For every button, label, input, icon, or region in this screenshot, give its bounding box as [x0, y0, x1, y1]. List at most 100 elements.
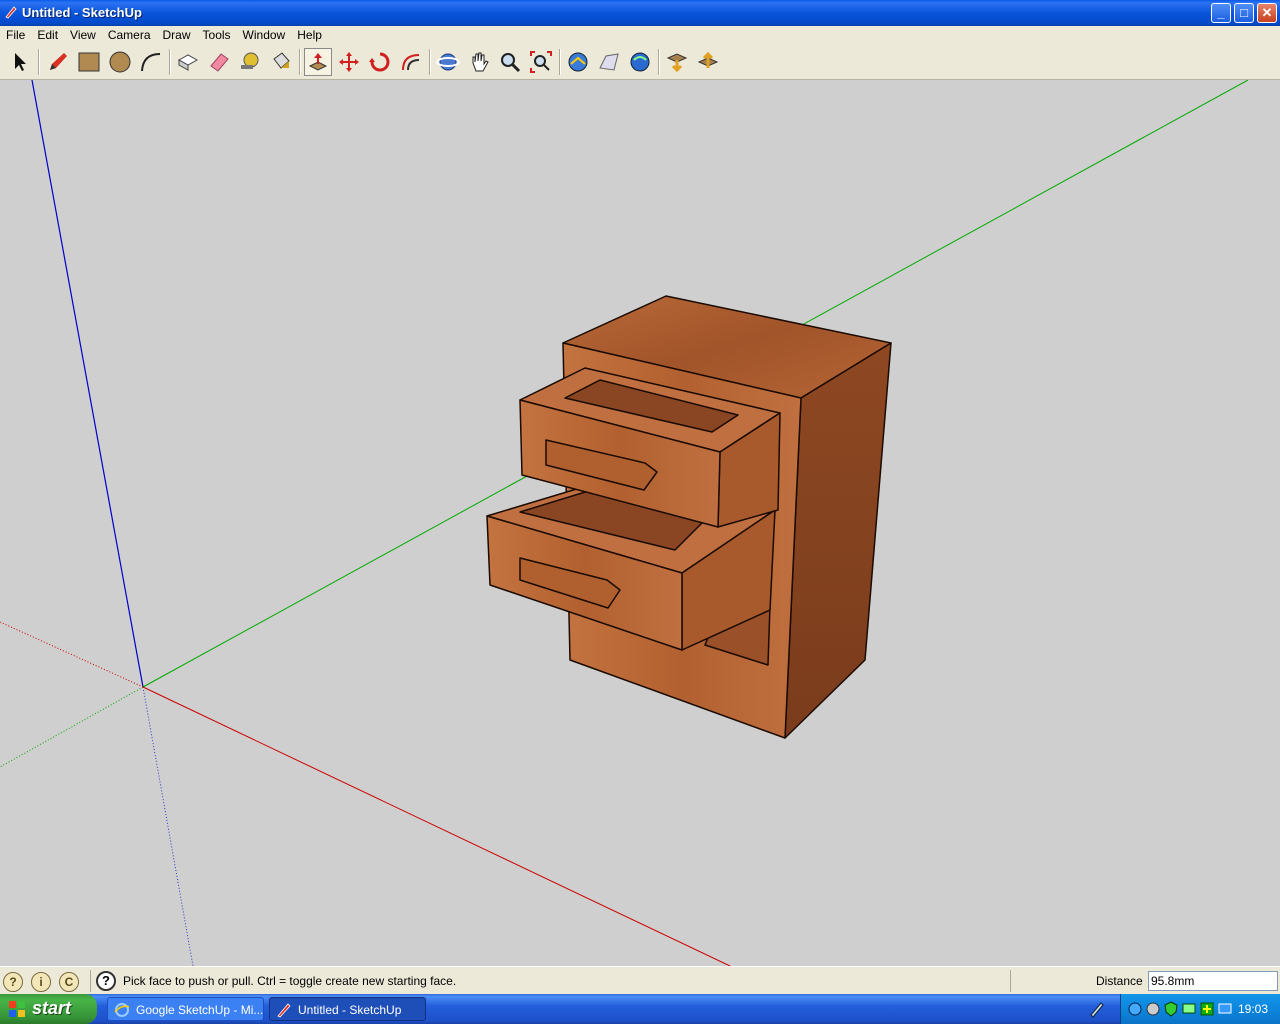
taskbar-item-label: Untitled - SketchUp: [298, 1003, 402, 1017]
menu-bar: File Edit View Camera Draw Tools Window Help: [0, 26, 1280, 44]
get-current-view-button[interactable]: [564, 48, 592, 76]
sketchup-app-icon: [5, 6, 17, 19]
menu-camera[interactable]: Camera: [102, 26, 157, 42]
toolbar-separator: [299, 49, 301, 75]
share-model-button[interactable]: [694, 48, 722, 76]
status-message: Pick face to push or pull. Ctrl = toggle…: [123, 974, 457, 988]
status-bar: ? i C ? Pick face to push or pull. Ctrl …: [0, 966, 1280, 994]
window-title: Untitled - SketchUp: [22, 5, 142, 20]
select-tool-button[interactable]: [6, 48, 34, 76]
toolbar-separator: [658, 49, 660, 75]
taskbar-item-sketchup[interactable]: Untitled - SketchUp: [269, 997, 426, 1021]
taskbar-clock: 19:03: [1238, 1002, 1269, 1016]
distance-value-field[interactable]: [1148, 971, 1278, 991]
paint-bucket-button[interactable]: [267, 48, 295, 76]
red-axis: [142, 686, 731, 966]
blue-axis: [31, 80, 144, 688]
green-axis-negative: [0, 686, 144, 768]
zoom-extents-icon: [530, 51, 552, 73]
tape-measure-button[interactable]: [236, 48, 264, 76]
offset-tool-button[interactable]: [397, 48, 425, 76]
pan-icon: [472, 52, 489, 72]
status-divider: [1010, 970, 1011, 992]
menu-file[interactable]: File: [0, 26, 31, 42]
circle-tool-button[interactable]: [106, 48, 134, 76]
rotate-tool-button[interactable]: [366, 48, 394, 76]
toggle-terrain-button[interactable]: [595, 48, 623, 76]
red-axis-negative: [0, 621, 144, 688]
get-models-icon: [666, 53, 688, 73]
drawing-viewport[interactable]: [0, 80, 1280, 966]
menu-draw[interactable]: Draw: [157, 26, 197, 42]
windows-flag-icon: [9, 1001, 25, 1017]
start-label: start: [32, 998, 72, 1018]
close-button[interactable]: ✕: [1257, 3, 1277, 23]
title-bar[interactable]: Untitled - SketchUp _ □ ✕: [0, 0, 1280, 26]
arc-tool-button[interactable]: [137, 48, 165, 76]
instructor-help-icon[interactable]: ?: [96, 971, 116, 991]
pen-tablet-icon[interactable]: [1088, 1000, 1106, 1018]
toolbar-separator: [429, 49, 431, 75]
maximize-button[interactable]: □: [1234, 3, 1254, 23]
zoom-tool-button[interactable]: [496, 48, 524, 76]
toggle-terrain-icon: [599, 53, 619, 71]
place-model-button[interactable]: [626, 48, 654, 76]
pencil-tool-button[interactable]: [44, 48, 72, 76]
chat-icon[interactable]: [1181, 1001, 1197, 1017]
menu-edit[interactable]: Edit: [31, 26, 64, 42]
taskbar-item-label: Google SketchUp - Mi...: [136, 1003, 264, 1017]
windows-taskbar: start Google SketchUp - Mi... Untitled -…: [0, 994, 1280, 1024]
toolbar-separator: [559, 49, 561, 75]
rotate-icon: [369, 52, 390, 72]
toolbar-separator: [169, 49, 171, 75]
make-component-icon: [177, 54, 199, 71]
status-divider: [90, 970, 91, 992]
zoom-extents-button[interactable]: [527, 48, 555, 76]
push-pull-icon: [308, 53, 328, 71]
get-models-button[interactable]: [663, 48, 691, 76]
select-icon: [15, 53, 26, 71]
drawer-cabinet-model[interactable]: [486, 295, 892, 739]
circle-icon: [109, 51, 131, 73]
share-model-icon: [697, 51, 719, 68]
tape-measure-icon: [241, 52, 259, 69]
push-pull-button[interactable]: [304, 48, 332, 76]
geo-location-icon[interactable]: ?: [3, 972, 23, 992]
offset-icon: [402, 54, 420, 71]
security-icon[interactable]: [1145, 1001, 1161, 1017]
minimize-button[interactable]: _: [1211, 3, 1231, 23]
menu-window[interactable]: Window: [237, 26, 292, 42]
sketchup-app-icon: [277, 1003, 291, 1018]
eraser-icon: [210, 53, 229, 72]
make-component-button[interactable]: [174, 48, 202, 76]
get-current-view-icon: [568, 52, 588, 72]
taskbar-item-browser[interactable]: Google SketchUp - Mi...: [107, 997, 264, 1021]
zoom-icon: [501, 53, 521, 73]
internet-explorer-icon: [114, 1003, 130, 1017]
pencil-icon: [50, 53, 67, 70]
start-button[interactable]: start: [0, 994, 97, 1024]
move-tool-button[interactable]: [335, 48, 363, 76]
pan-tool-button[interactable]: [465, 48, 493, 76]
distance-label: Distance: [1096, 974, 1143, 988]
scene-canvas[interactable]: [0, 80, 1280, 966]
menu-view[interactable]: View: [64, 26, 102, 42]
toolbar: [0, 44, 1280, 80]
network-icon[interactable]: [1127, 1001, 1143, 1017]
credits-icon[interactable]: i: [31, 972, 51, 992]
place-model-icon: [630, 52, 650, 72]
menu-tools[interactable]: Tools: [197, 26, 237, 42]
toolbar-separator: [38, 49, 40, 75]
move-icon: [339, 52, 359, 72]
sketchup-window: Untitled - SketchUp _ □ ✕ File Edit View Ca…: [0, 0, 1280, 994]
update-icon[interactable]: [1199, 1001, 1215, 1017]
eraser-tool-button[interactable]: [205, 48, 233, 76]
user-icon[interactable]: C: [59, 972, 79, 992]
orbit-tool-button[interactable]: [434, 48, 462, 76]
shield-icon[interactable]: [1163, 1001, 1179, 1017]
monitor-icon[interactable]: [1217, 1001, 1233, 1017]
blue-axis-negative: [142, 686, 194, 966]
rectangle-tool-button[interactable]: [75, 48, 103, 76]
menu-help[interactable]: Help: [291, 26, 328, 42]
paint-bucket-icon: [273, 52, 290, 69]
